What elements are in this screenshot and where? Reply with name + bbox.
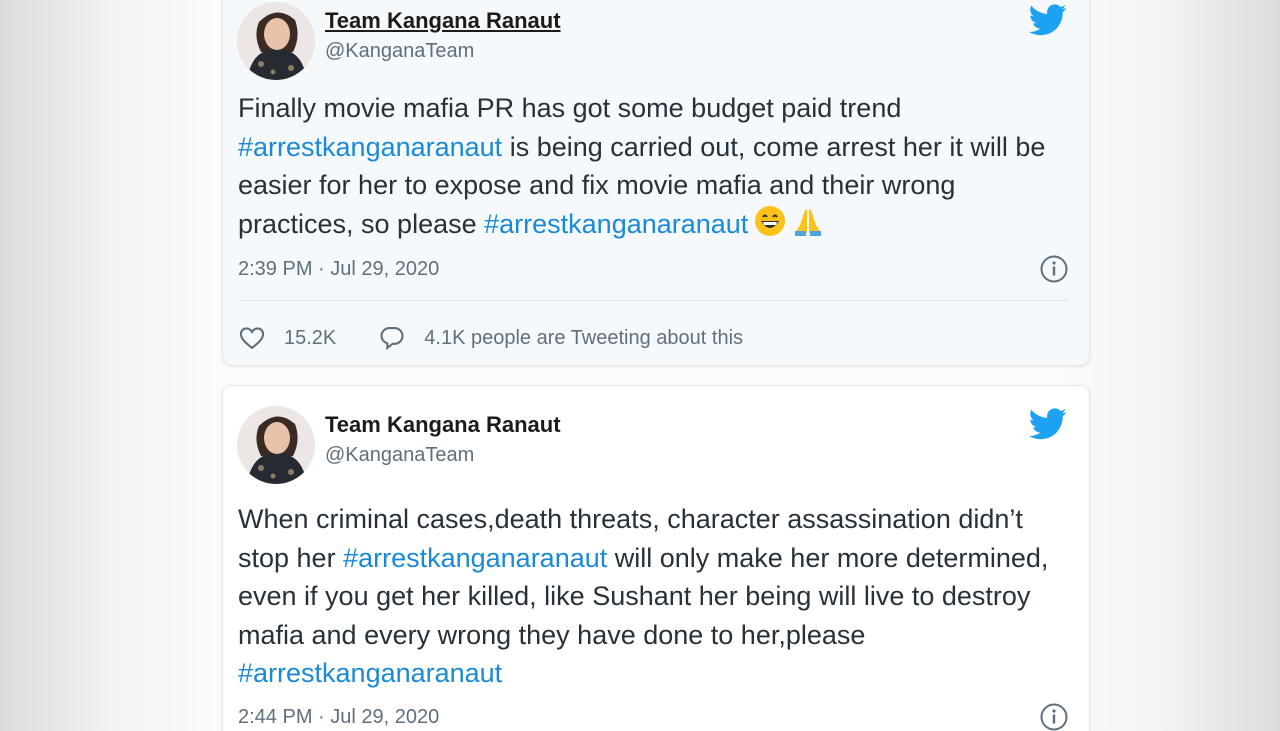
display-name[interactable]: Team Kangana Ranaut: [325, 8, 561, 34]
hashtag-link[interactable]: #arrestkanganaranaut: [238, 132, 502, 162]
heart-icon: [239, 327, 265, 350]
tweet-header: Team Kangana Ranaut @KanganaTeam: [237, 398, 1077, 484]
like-button[interactable]: 15.2K: [238, 324, 336, 352]
hashtag-link[interactable]: #arrestkanganaranaut: [343, 543, 607, 573]
divider: [238, 300, 1069, 301]
tweet-actions: 15.2K 4.1K people are Tweeting about thi…: [238, 322, 743, 354]
tweet-text: Finally movie mafia PR has got some budg…: [238, 89, 1078, 243]
avatar[interactable]: [237, 406, 315, 484]
avatar[interactable]: [237, 2, 315, 80]
user-handle[interactable]: @KanganaTeam: [325, 444, 474, 467]
twitter-bird-icon[interactable]: [1029, 408, 1067, 440]
speech-bubble-icon: [380, 327, 404, 351]
tweet-header: Team Kangana Ranaut @KanganaTeam: [237, 0, 1077, 80]
tweet-text: When criminal cases,death threats, chara…: [238, 500, 1078, 693]
display-name[interactable]: Team Kangana Ranaut: [325, 412, 561, 438]
info-icon[interactable]: [1039, 254, 1069, 284]
tweet-timestamp[interactable]: 2:39 PM · Jul 29, 2020: [238, 258, 439, 281]
folded-hands-emoji: [795, 208, 822, 236]
tweet-card[interactable]: Team Kangana Ranaut @KanganaTeam Finally…: [222, 0, 1090, 366]
hashtag-link[interactable]: #arrestkanganaranaut: [238, 658, 502, 688]
twitter-bird-icon[interactable]: [1029, 4, 1067, 36]
like-count: 15.2K: [284, 326, 337, 349]
info-icon[interactable]: [1039, 702, 1069, 731]
tweeting-count-text: 4.1K people are Tweeting about this: [424, 326, 744, 349]
grinning-face-emoji: [755, 205, 786, 236]
user-handle[interactable]: @KanganaTeam: [325, 40, 474, 63]
tweet-timestamp[interactable]: 2:44 PM · Jul 29, 2020: [238, 706, 439, 729]
tweeting-about-link[interactable]: 4.1K people are Tweeting about this: [378, 324, 743, 352]
tweet-text-segment: Finally movie mafia PR has got some budg…: [238, 93, 902, 123]
tweet-card[interactable]: Team Kangana Ranaut @KanganaTeam When cr…: [222, 385, 1090, 731]
hashtag-link[interactable]: #arrestkanganaranaut: [484, 209, 748, 239]
